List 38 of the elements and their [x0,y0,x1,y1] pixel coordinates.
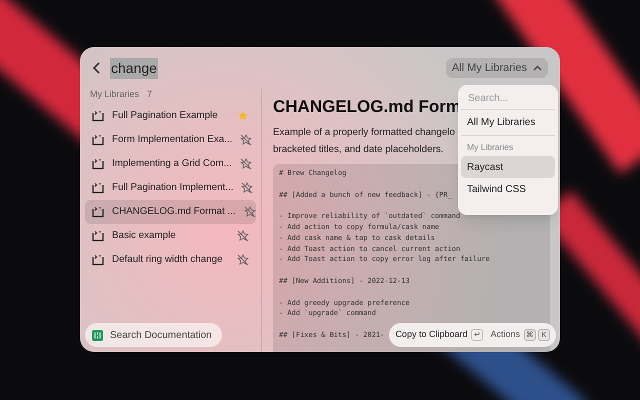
snippet-list-item[interactable]: Default ring width change [85,248,256,272]
snippet-list-item[interactable]: CHANGELOG.md Format ... [85,200,256,224]
unstar-icon[interactable] [244,206,256,218]
description-line: bracketed titles, and date placeholders. [273,143,444,157]
item-count: 7 [147,88,152,102]
documentation-icon [92,330,103,340]
snippet-list-item[interactable]: Full Pagination Implement... [85,176,256,200]
menu-item[interactable]: All My Libraries [461,110,555,136]
menu-section-header: My Libraries [466,141,514,154]
snippet-icon [92,230,104,242]
snippet-list-item[interactable]: Full Pagination Example [85,104,256,128]
actions-button[interactable]: Actions [490,328,520,342]
snippet-list-item[interactable]: Form Implementation Exa... [85,128,256,152]
unstar-icon[interactable] [240,158,252,170]
snippet-icon [92,110,104,122]
search-query[interactable]: change [110,58,158,78]
snippet-list-item[interactable]: Basic example [85,224,256,248]
unstar-icon[interactable] [240,134,252,146]
snippet-icon [92,182,104,194]
snippet-list-item[interactable]: Implementing a Grid Com... [85,152,256,176]
copy-to-clipboard-button[interactable]: Copy to Clipboard [395,328,468,342]
back-chevron-icon[interactable] [92,62,102,74]
menu-search-field[interactable]: Search... [468,91,548,106]
description-line: Example of a properly formatted changelo [273,126,455,140]
snippet-icon [92,206,104,218]
library-dropdown[interactable]: All My Libraries [446,58,548,78]
unstar-icon[interactable] [237,254,249,266]
unstar-icon[interactable] [237,230,249,242]
search-documentation-button[interactable]: Search Documentation [85,323,222,347]
snippet-icon [92,254,104,266]
section-header: My Libraries [90,88,140,102]
enter-key: ↵ [471,329,484,341]
snippet-icon [92,134,104,146]
unstar-icon[interactable] [241,182,254,194]
menu-item[interactable]: Tailwind CSS [461,178,555,200]
menu-item[interactable]: Raycast [461,156,555,178]
snippet-icon [92,158,104,170]
star-icon[interactable] [237,110,249,122]
